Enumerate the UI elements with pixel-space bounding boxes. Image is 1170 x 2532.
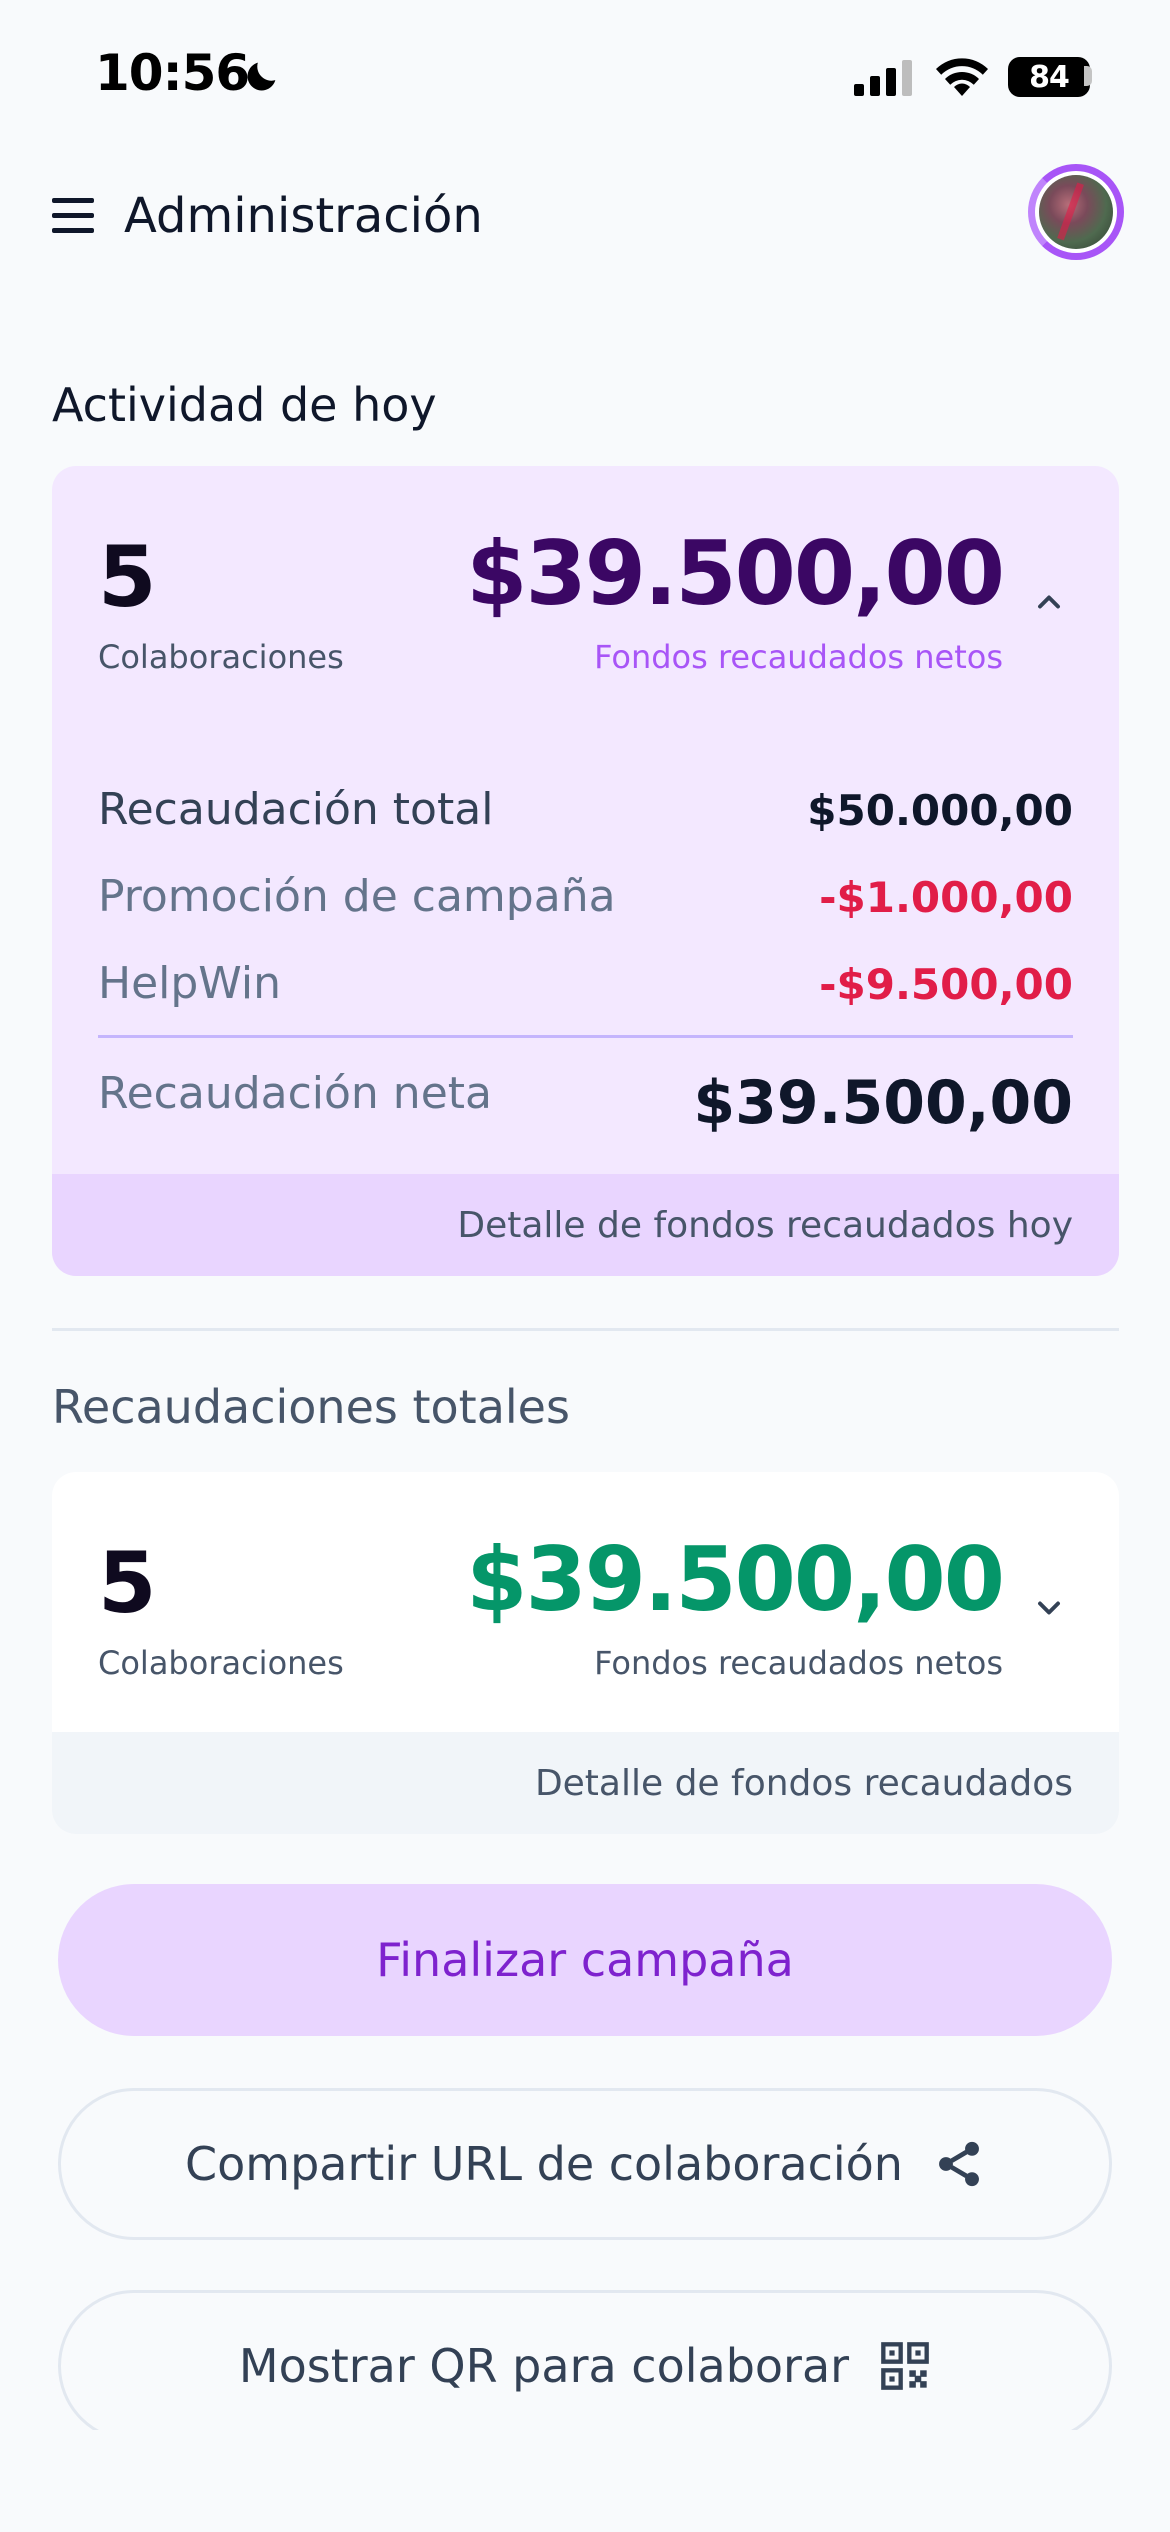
totals-detail-link[interactable]: Detalle de fondos recaudados: [52, 1732, 1119, 1834]
chevron-down-icon[interactable]: [1031, 1590, 1067, 1626]
finish-campaign-button[interactable]: Finalizar campaña: [58, 1884, 1112, 2036]
breakdown-row: Recaudación total $50.000,00: [98, 766, 1073, 853]
today-detail-link[interactable]: Detalle de fondos recaudados hoy: [52, 1174, 1119, 1276]
avatar-image: [1039, 175, 1113, 249]
battery-level: 84: [1029, 59, 1070, 95]
section-divider: [52, 1328, 1119, 1331]
today-section-title: Actividad de hoy: [52, 378, 437, 432]
today-summary-card: 5 Colaboraciones $39.500,00 Fondos recau…: [52, 466, 1119, 1276]
wifi-icon: [936, 58, 988, 96]
totals-summary-card: 5 Colaboraciones $39.500,00 Fondos recau…: [52, 1472, 1119, 1834]
breakdown-value: $50.000,00: [807, 786, 1073, 835]
chevron-up-icon[interactable]: [1031, 584, 1067, 620]
cellular-signal-icon: [854, 60, 912, 96]
battery-icon: 84: [1008, 57, 1090, 97]
net-label: Recaudación neta: [98, 1068, 492, 1119]
qr-code-icon: [881, 2342, 929, 2390]
show-qr-label: Mostrar QR para colaborar: [238, 2339, 850, 2393]
hamburger-menu-icon[interactable]: [52, 198, 94, 234]
breakdown-label: HelpWin: [98, 958, 281, 1009]
breakdown-value: -$9.500,00: [819, 960, 1073, 1009]
today-net-amount: $39.500,00: [466, 522, 1005, 625]
status-bar: 10:56 84: [0, 0, 1170, 150]
today-net-amount-label: Fondos recaudados netos: [594, 638, 1003, 676]
app-header: Administración: [0, 150, 1170, 280]
share-icon: [939, 2141, 979, 2187]
totals-section-title: Recaudaciones totales: [52, 1380, 570, 1434]
breakdown-net-row: Recaudación neta $39.500,00: [98, 1038, 1073, 1138]
breakdown-row: HelpWin -$9.500,00: [98, 940, 1073, 1027]
total-net-amount-label: Fondos recaudados netos: [594, 1644, 1003, 1682]
battery-cap: [1084, 66, 1092, 86]
breakdown-row: Promoción de campaña -$1.000,00: [98, 853, 1073, 940]
today-collaborations-label: Colaboraciones: [98, 638, 344, 676]
admin-screen: 10:56 84 Administración Actividad de hoy…: [0, 0, 1170, 2532]
show-qr-button[interactable]: Mostrar QR para colaborar: [58, 2290, 1112, 2442]
total-collaborations-label: Colaboraciones: [98, 1644, 344, 1682]
bottom-area: [0, 2430, 1170, 2532]
breakdown-label: Recaudación total: [98, 784, 494, 835]
moon-icon: [247, 62, 276, 91]
status-time: 10:56: [95, 44, 250, 102]
share-url-label: Compartir URL de colaboración: [185, 2137, 903, 2191]
total-net-amount: $39.500,00: [466, 1528, 1005, 1631]
today-breakdown: Recaudación total $50.000,00 Promoción d…: [98, 766, 1073, 1138]
breakdown-label: Promoción de campaña: [98, 871, 616, 922]
today-collaborations-count: 5: [98, 528, 157, 626]
total-collaborations-count: 5: [98, 1534, 157, 1632]
share-url-button[interactable]: Compartir URL de colaboración: [58, 2088, 1112, 2240]
net-value: $39.500,00: [693, 1068, 1073, 1138]
page-title: Administración: [124, 188, 483, 244]
breakdown-value: -$1.000,00: [819, 873, 1073, 922]
finish-campaign-label: Finalizar campaña: [376, 1933, 794, 1987]
avatar[interactable]: [1028, 164, 1124, 260]
